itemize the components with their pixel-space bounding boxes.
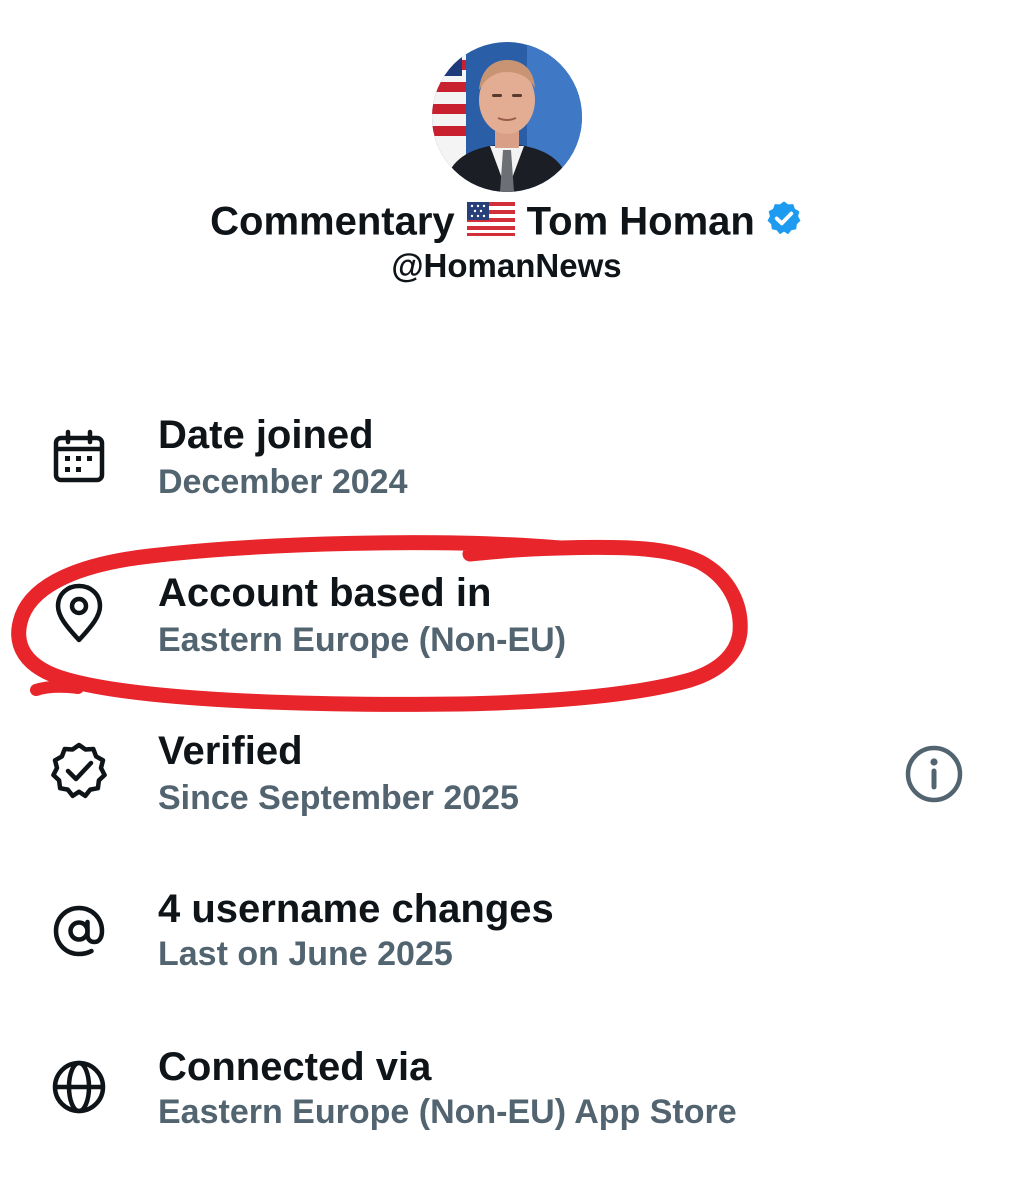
at-sign-icon	[53, 905, 105, 957]
row-title: Verified	[158, 729, 303, 773]
location-pin-icon	[55, 583, 103, 643]
row-title: Account based in	[158, 571, 492, 615]
verified-badge-icon	[51, 742, 107, 799]
display-name: Commentary Tom Homan	[0, 196, 1013, 244]
avatar[interactable]	[432, 42, 582, 192]
avatar-photo	[432, 42, 582, 192]
row-subtitle: Eastern Europe (Non-EU)	[158, 621, 567, 659]
verified-checkmark-icon[interactable]	[765, 199, 803, 237]
row-subtitle: December 2024	[158, 463, 408, 501]
display-name-prefix: Commentary	[210, 199, 455, 244]
row-title: 4 username changes	[158, 887, 554, 931]
info-icon[interactable]	[902, 742, 966, 806]
info-row-account-based-in: Account based in Eastern Europe (Non-EU)	[0, 568, 1013, 678]
profile-header: Commentary Tom Homan @HomanNews	[0, 0, 1013, 300]
globe-icon	[52, 1060, 106, 1114]
row-subtitle: Since September 2025	[158, 779, 519, 817]
info-row-date-joined: Date joined December 2024	[0, 410, 1013, 520]
row-subtitle: Last on June 2025	[158, 935, 453, 973]
info-row-username-changes: 4 username changes Last on June 2025	[0, 884, 1013, 994]
info-row-verified: Verified Since September 2025	[0, 726, 1013, 836]
info-row-connected-via: Connected via Eastern Europe (Non-EU) Ap…	[0, 1042, 1013, 1152]
row-subtitle: Eastern Europe (Non-EU) App Store	[158, 1093, 737, 1131]
display-name-main: Tom Homan	[526, 199, 755, 244]
us-flag-icon	[466, 202, 515, 237]
calendar-icon	[53, 429, 105, 483]
row-title: Date joined	[158, 413, 374, 457]
row-title: Connected via	[158, 1045, 432, 1089]
profile-handle: @HomanNews	[391, 247, 622, 284]
